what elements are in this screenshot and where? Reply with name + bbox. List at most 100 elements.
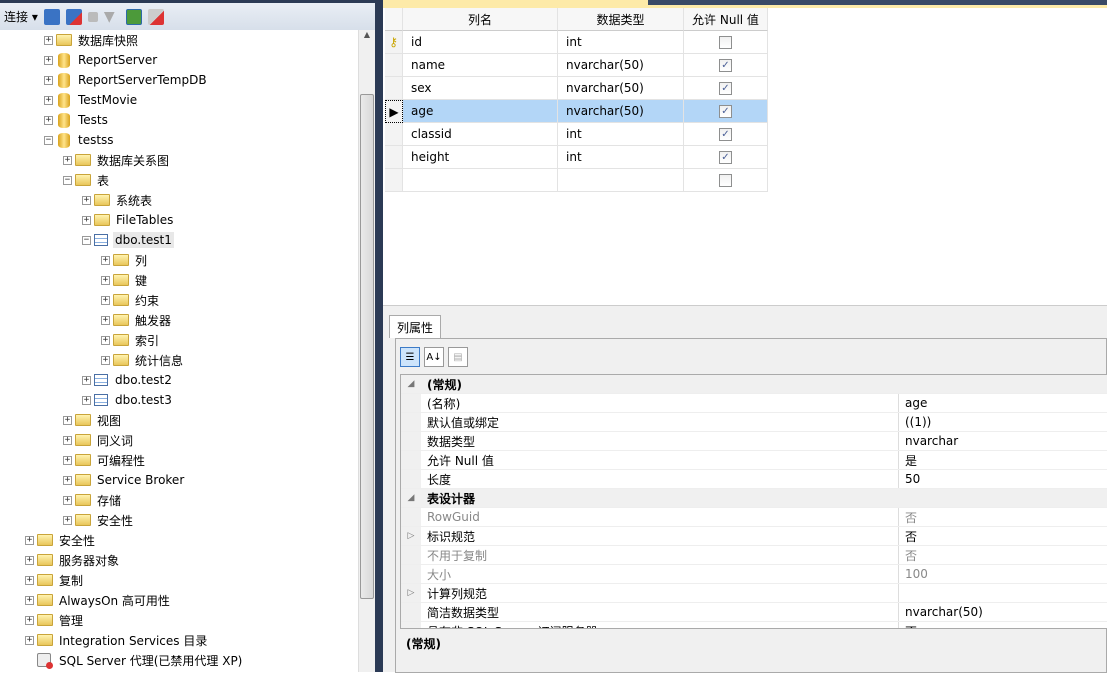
allow-null-checkbox[interactable]: ✓ xyxy=(719,127,732,141)
expand-icon[interactable]: + xyxy=(25,535,34,545)
allow-null-checkbox[interactable]: ✓ xyxy=(719,58,732,72)
tree-node[interactable]: + Service Broker xyxy=(63,470,186,490)
disconnect-icon[interactable] xyxy=(65,8,82,25)
tree-node[interactable]: + 视图 xyxy=(63,410,123,430)
expand-icon[interactable]: + xyxy=(63,515,72,525)
allow-null-cell[interactable]: ✓ xyxy=(684,123,768,146)
expand-icon[interactable]: + xyxy=(101,335,110,345)
tree-node[interactable]: + 复制 xyxy=(25,570,85,590)
header-column-name[interactable]: 列名 xyxy=(403,8,558,31)
collapse-category-icon[interactable]: ◢ xyxy=(401,375,421,393)
collapse-category-icon[interactable]: ◢ xyxy=(401,489,421,507)
tree-node[interactable]: + 触发器 xyxy=(101,310,173,330)
tree-node[interactable]: SQL Server 代理(已禁用代理 XP) xyxy=(25,650,244,670)
property-value[interactable]: 否 xyxy=(899,622,1107,629)
expand-icon[interactable]: + xyxy=(82,375,91,385)
expand-icon[interactable]: + xyxy=(63,435,72,445)
property-value[interactable]: 100 xyxy=(899,565,1107,583)
tree-node[interactable]: − testss xyxy=(44,130,116,150)
expand-icon[interactable]: + xyxy=(44,115,53,125)
grid-row[interactable]: ⚷ id int xyxy=(385,31,768,54)
tree-node[interactable]: + dbo.test3 xyxy=(82,390,174,410)
tree-node[interactable]: + FileTables xyxy=(82,210,175,230)
tree-node[interactable]: + TestMovie xyxy=(44,90,139,110)
tree-node[interactable]: + Tests xyxy=(44,110,110,130)
tree-node[interactable]: + AlwaysOn 高可用性 xyxy=(25,590,172,610)
alphabetical-sort-icon[interactable]: A↓ xyxy=(424,347,444,367)
tree-node[interactable]: − dbo.test1 xyxy=(82,230,174,250)
tree-node[interactable]: + 数据库关系图 xyxy=(63,150,171,170)
property-value[interactable]: 否 xyxy=(899,508,1107,526)
tree-node[interactable]: + 可编程性 xyxy=(63,450,147,470)
tab-column-properties[interactable]: 列属性 xyxy=(389,315,441,338)
tree-node[interactable]: + 约束 xyxy=(101,290,161,310)
column-name-cell[interactable]: name xyxy=(403,54,558,77)
tree-node[interactable]: + 服务器对象 xyxy=(25,550,121,570)
property-value[interactable]: 否 xyxy=(899,527,1107,545)
row-selector[interactable] xyxy=(385,123,403,146)
column-name-cell[interactable]: height xyxy=(403,146,558,169)
property-row[interactable]: ▷ 计算列规范 xyxy=(401,584,1107,603)
expand-icon[interactable]: + xyxy=(63,415,72,425)
property-row[interactable]: RowGuid 否 xyxy=(401,508,1107,527)
tree-node[interactable]: + ReportServerTempDB xyxy=(44,70,209,90)
expand-icon[interactable]: + xyxy=(44,95,53,105)
expand-icon[interactable]: + xyxy=(101,275,110,285)
grid-row[interactable]: name nvarchar(50) ✓ xyxy=(385,54,768,77)
refresh-icon[interactable] xyxy=(125,8,142,25)
expand-icon[interactable]: + xyxy=(25,595,34,605)
tree-node[interactable]: + dbo.test2 xyxy=(82,370,174,390)
scrollbar-thumb[interactable] xyxy=(360,94,374,599)
expand-icon[interactable]: + xyxy=(25,555,34,565)
collapse-icon[interactable]: − xyxy=(63,175,72,185)
property-row[interactable]: 长度 50 xyxy=(401,470,1107,489)
tree-scrollbar[interactable]: ▲ xyxy=(358,30,375,672)
property-row[interactable]: 允许 Null 值 是 xyxy=(401,451,1107,470)
column-name-cell[interactable]: age xyxy=(403,100,558,123)
tree-node[interactable]: − 表 xyxy=(63,170,111,190)
tree-node[interactable]: + 系统表 xyxy=(82,190,154,210)
property-row[interactable]: 默认值或绑定 ((1)) xyxy=(401,413,1107,432)
property-value[interactable]: nvarchar xyxy=(899,432,1107,450)
row-selector[interactable]: ▶ xyxy=(385,100,403,123)
property-value[interactable]: age xyxy=(899,394,1107,412)
expand-icon[interactable]: + xyxy=(63,455,72,465)
property-value[interactable] xyxy=(899,584,1107,602)
expand-icon[interactable]: + xyxy=(63,155,72,165)
data-type-cell[interactable]: int xyxy=(558,146,684,169)
expand-icon[interactable]: + xyxy=(44,75,53,85)
column-name-cell[interactable] xyxy=(403,169,558,192)
tree-node[interactable]: + 存储 xyxy=(63,490,123,510)
tree-node[interactable]: + 索引 xyxy=(101,330,161,350)
property-value[interactable]: nvarchar(50) xyxy=(899,603,1107,621)
allow-null-cell[interactable] xyxy=(684,31,768,54)
expand-property-icon[interactable]: ▷ xyxy=(401,527,421,545)
categorized-icon[interactable]: ☰ xyxy=(400,347,420,367)
allow-null-cell[interactable]: ✓ xyxy=(684,77,768,100)
tree-node[interactable]: + Integration Services 目录 xyxy=(25,630,209,650)
expand-icon[interactable]: + xyxy=(25,635,34,645)
expand-icon[interactable]: + xyxy=(101,295,110,305)
property-value[interactable]: ((1)) xyxy=(899,413,1107,431)
property-row[interactable]: 不用于复制 否 xyxy=(401,546,1107,565)
allow-null-checkbox[interactable] xyxy=(719,35,732,49)
tree-node[interactable]: + 安全性 xyxy=(63,510,135,530)
tree-node[interactable]: + 键 xyxy=(101,270,149,290)
tree-node[interactable]: + ReportServer xyxy=(44,50,159,70)
data-type-cell[interactable] xyxy=(558,169,684,192)
property-value[interactable]: 否 xyxy=(899,546,1107,564)
property-value[interactable] xyxy=(899,489,1107,507)
splitter[interactable] xyxy=(375,0,383,672)
allow-null-checkbox[interactable]: ✓ xyxy=(719,150,732,164)
allow-null-cell[interactable]: ✓ xyxy=(684,100,768,123)
expand-icon[interactable]: + xyxy=(101,315,110,325)
row-selector[interactable] xyxy=(385,146,403,169)
expand-icon[interactable]: + xyxy=(63,475,72,485)
expand-icon[interactable]: + xyxy=(82,195,91,205)
allow-null-checkbox[interactable]: ✓ xyxy=(719,104,732,118)
expand-property-icon[interactable]: ▷ xyxy=(401,584,421,602)
expand-icon[interactable]: + xyxy=(101,355,110,365)
column-name-cell[interactable]: sex xyxy=(403,77,558,100)
tree-node[interactable]: + 数据库快照 xyxy=(44,30,140,50)
filter-icon[interactable]: ▼ xyxy=(104,9,120,25)
